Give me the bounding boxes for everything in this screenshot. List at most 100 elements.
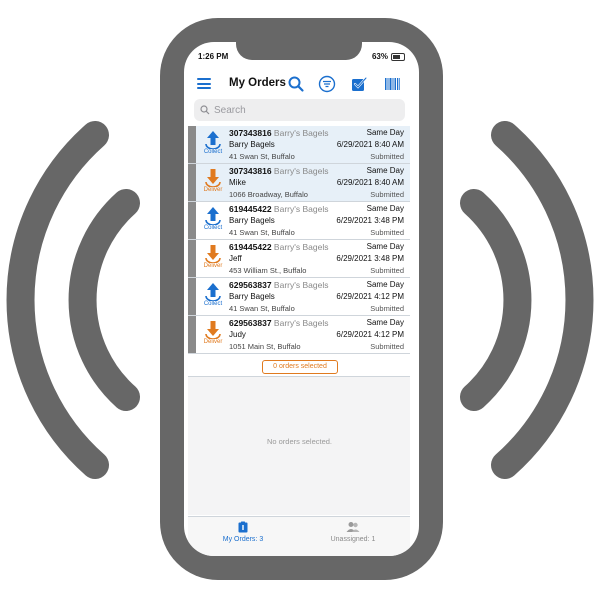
order-contact: Judy [229, 330, 246, 339]
order-service: Same Day [366, 318, 404, 327]
row-handle [188, 164, 196, 201]
order-status: Submitted [370, 152, 404, 161]
order-address: 41 Swan St, Buffalo [229, 152, 295, 161]
order-type-label: Collect [203, 225, 223, 231]
search-placeholder: Search [214, 104, 246, 116]
order-service: Same Day [366, 166, 404, 175]
order-title: 307343816 Barry's Bagels [229, 128, 328, 138]
order-contact: Jeff [229, 254, 242, 263]
nav-header: My Orders [184, 72, 419, 96]
order-title: 619445422 Barry's Bagels [229, 242, 328, 252]
search-field[interactable]: Search [194, 99, 405, 121]
order-service: Same Day [366, 280, 404, 289]
menu-icon[interactable] [197, 78, 211, 89]
battery-icon [391, 52, 405, 61]
orders-selected-badge[interactable]: 0 orders selected [262, 360, 338, 374]
battery-percent: 63% [371, 52, 388, 61]
order-type-label: Deliver [203, 339, 223, 345]
order-address: 1066 Broadway, Buffalo [229, 190, 308, 199]
empty-detail-message: No orders selected. [266, 437, 333, 446]
tab-unassigned[interactable]: Unassigned: 1 [298, 521, 408, 543]
order-customer: Barry's Bagels [273, 204, 329, 214]
row-handle [188, 240, 196, 277]
deliver-arrow-icon [205, 321, 221, 339]
order-title: 629563837 Barry's Bagels [229, 280, 328, 290]
search-field-icon [200, 105, 210, 115]
order-number: 629563837 [229, 280, 272, 290]
order-status: Submitted [370, 266, 404, 275]
order-type-label: Collect [203, 301, 223, 307]
order-service: Same Day [366, 204, 404, 213]
order-row[interactable]: Deliver 629563837 Barry's Bagels Judy 1051 … [188, 316, 410, 354]
order-title: 629563837 Barry's Bagels [229, 318, 328, 328]
order-type-icon: Collect [199, 129, 227, 155]
order-row[interactable]: Deliver 619445422 Barry's Bagels Jeff 453 W… [188, 240, 410, 278]
order-row[interactable]: Collect 619445422 Barry's Bagels Barry Bag… [188, 202, 410, 240]
order-type-icon: Deliver [199, 167, 227, 193]
order-type-icon: Deliver [199, 319, 227, 345]
order-contact: Mike [229, 178, 246, 187]
deliver-arrow-icon [205, 245, 221, 263]
order-address: 453 William St., Buffalo [229, 266, 307, 275]
order-type-label: Collect [203, 149, 223, 155]
barcode-scan-icon[interactable] [383, 75, 401, 93]
status-time: 1:26 PM [198, 52, 229, 61]
row-handle [188, 278, 196, 315]
deliver-arrow-icon [205, 169, 221, 187]
order-type-label: Deliver [203, 187, 223, 193]
row-handle [188, 126, 196, 163]
order-row[interactable]: Deliver 307343816 Barry's Bagels Mike 1066 … [188, 164, 410, 202]
order-datetime: 6/29/2021 8:40 AM [336, 140, 404, 149]
order-datetime: 6/29/2021 8:40 AM [336, 178, 404, 187]
order-datetime: 6/29/2021 3:48 PM [336, 254, 404, 263]
order-number: 619445422 [229, 242, 272, 252]
clipboard-icon [238, 521, 248, 533]
order-type-icon: Collect [199, 281, 227, 307]
order-status: Submitted [370, 228, 404, 237]
order-address: 41 Swan St, Buffalo [229, 304, 295, 313]
order-type-label: Deliver [203, 263, 223, 269]
phone-notch [236, 40, 362, 60]
signal-waves-left-icon [6, 121, 140, 479]
phone-screen: 1:26 PM 63% My Orders Search Collect 307… [184, 42, 419, 556]
order-service: Same Day [366, 242, 404, 251]
signal-waves-right-icon [460, 121, 594, 479]
order-status: Submitted [370, 190, 404, 199]
filter-icon[interactable] [318, 75, 336, 93]
status-battery: 63% [372, 52, 405, 61]
order-title: 619445422 Barry's Bagels [229, 204, 328, 214]
order-number: 307343816 [229, 166, 272, 176]
order-contact: Barry Bagels [229, 216, 275, 225]
order-datetime: 6/29/2021 3:48 PM [336, 216, 404, 225]
order-datetime: 6/29/2021 4:12 PM [336, 292, 404, 301]
order-row[interactable]: Collect 307343816 Barry's Bagels Barry Bag… [188, 126, 410, 164]
order-customer: Barry's Bagels [273, 242, 329, 252]
search-icon[interactable] [287, 75, 305, 93]
row-handle [188, 202, 196, 239]
collect-arrow-icon [205, 283, 221, 301]
page-title: My Orders [229, 77, 286, 89]
order-detail-panel [188, 377, 410, 515]
order-service: Same Day [366, 128, 404, 137]
collect-arrow-icon [205, 207, 221, 225]
order-type-icon: Deliver [199, 243, 227, 269]
select-all-checkbox-icon[interactable] [350, 75, 368, 93]
collect-arrow-icon [205, 131, 221, 149]
order-number: 629563837 [229, 318, 272, 328]
order-contact: Barry Bagels [229, 292, 275, 301]
order-address: 41 Swan St, Buffalo [229, 228, 295, 237]
order-address: 1051 Main St, Buffalo [229, 342, 301, 351]
order-customer: Barry's Bagels [273, 128, 329, 138]
tab-unassigned-label: Unassigned: 1 [330, 536, 376, 543]
people-icon [346, 522, 360, 532]
row-handle [188, 316, 196, 353]
tab-my-orders-label: My Orders: 3 [222, 536, 264, 543]
tab-my-orders[interactable]: My Orders: 3 [188, 521, 298, 543]
order-status: Submitted [370, 342, 404, 351]
order-customer: Barry's Bagels [273, 166, 329, 176]
order-customer: Barry's Bagels [273, 280, 329, 290]
tab-bar: My Orders: 3 Unassigned: 1 [188, 516, 410, 556]
order-row[interactable]: Collect 629563837 Barry's Bagels Barry Bag… [188, 278, 410, 316]
order-list: Collect 307343816 Barry's Bagels Barry Bag… [188, 126, 410, 354]
order-number: 619445422 [229, 204, 272, 214]
